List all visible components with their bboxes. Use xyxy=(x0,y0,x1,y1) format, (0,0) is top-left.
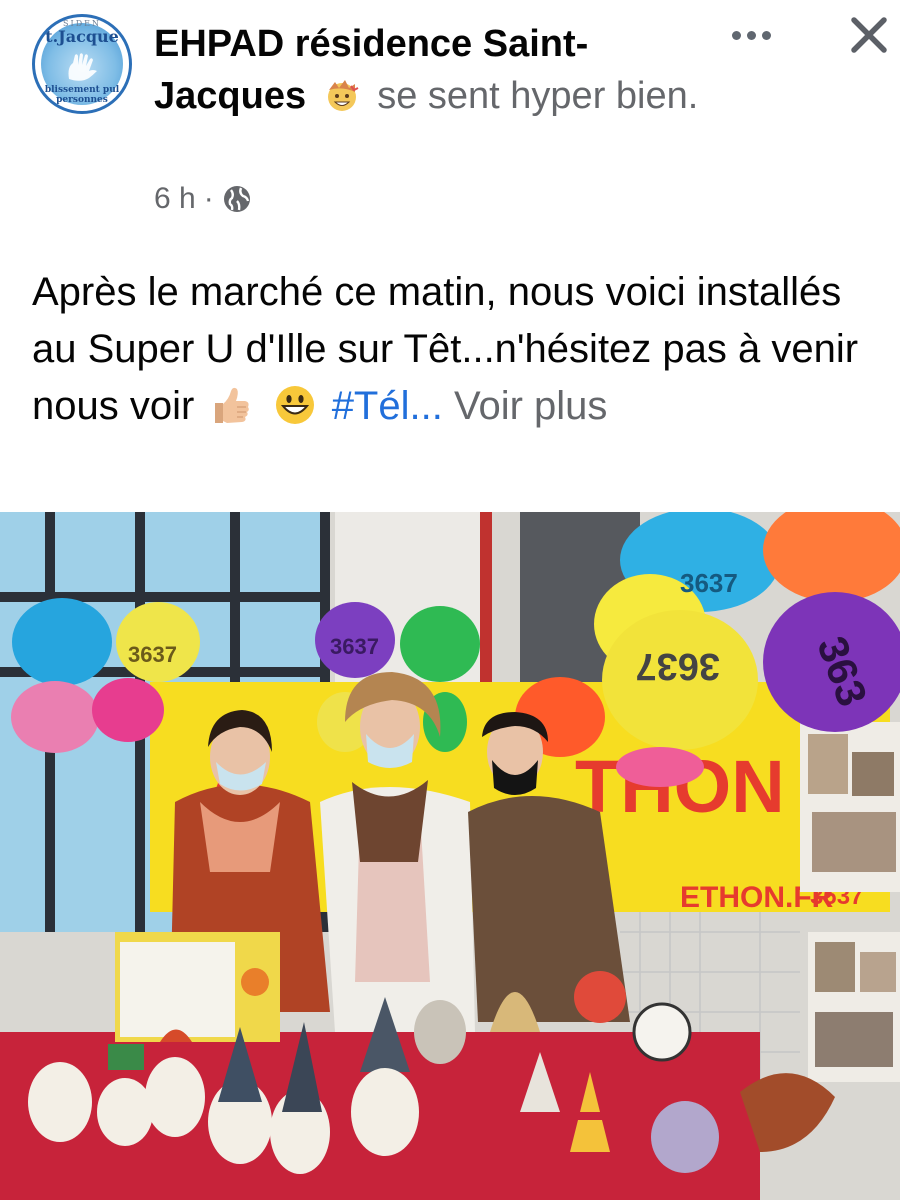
see-more-link[interactable]: Voir plus xyxy=(454,384,607,428)
post-text-main: Après le marché ce matin, nous voici ins… xyxy=(32,270,859,428)
thumbs-up-emoji-icon xyxy=(215,387,250,423)
avatar-logo-subtitle: blissement pul personnes xyxy=(35,85,129,105)
balloon-label-2: 3637 xyxy=(330,634,379,659)
balloon-label-3: 3637 xyxy=(680,568,738,598)
balloon-label-1: 3637 xyxy=(128,642,177,667)
globe-icon xyxy=(223,186,250,212)
star-struck-emoji-icon xyxy=(327,80,359,111)
grinning-face-emoji-icon xyxy=(275,386,314,424)
close-icon[interactable] xyxy=(846,12,892,58)
balloon-label-4: 3637 xyxy=(635,645,720,687)
post-photo[interactable]: A THON ETHON.FR 3637 xyxy=(0,512,900,1200)
post-author-line: EHPAD résidence Saint-Jacques se sent hy… xyxy=(154,18,714,122)
dot-icon xyxy=(746,30,756,40)
hand-logo-icon xyxy=(68,53,97,81)
dot-icon xyxy=(761,30,771,40)
post-header: SIDEN t.Jacque blissement pul personnes … xyxy=(0,0,900,240)
photo-illustration: A THON ETHON.FR 3637 xyxy=(0,512,900,1200)
avatar-subtitle-line2: personnes xyxy=(56,95,108,105)
page-avatar[interactable]: SIDEN t.Jacque blissement pul personnes xyxy=(32,14,132,114)
post-timestamp[interactable]: 6 h xyxy=(154,182,196,216)
more-options-button[interactable] xyxy=(726,20,776,50)
avatar-logo-title: t.Jacque xyxy=(45,27,119,46)
post-meta: 6 h · xyxy=(154,182,252,216)
post-body: Après le marché ce matin, nous voici ins… xyxy=(32,264,892,435)
hashtag-link[interactable]: #Tél... xyxy=(332,384,443,428)
feeling-text: se sent hyper bien. xyxy=(377,75,699,117)
dot-icon xyxy=(731,30,741,40)
meta-separator: · xyxy=(203,182,214,215)
avatar-subtitle-line1: blissement pul xyxy=(44,85,120,95)
